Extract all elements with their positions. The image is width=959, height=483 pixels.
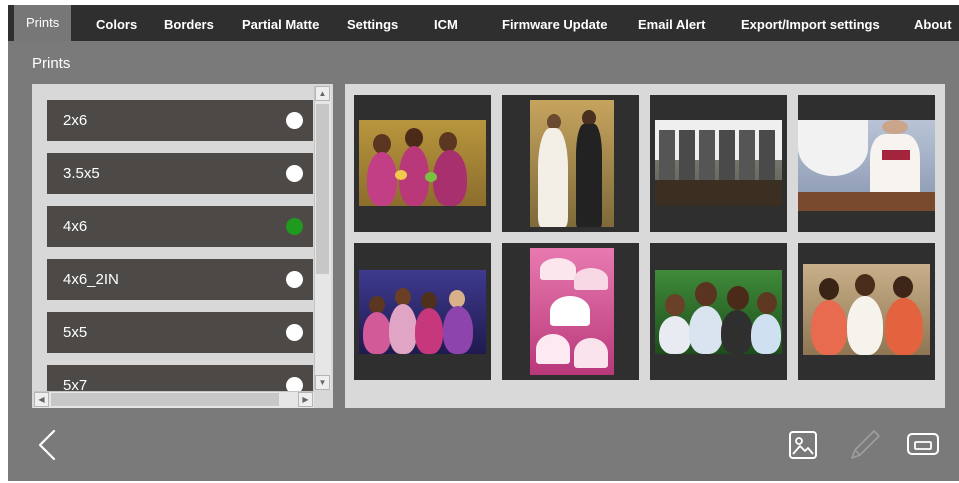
photo-bride-back xyxy=(798,120,935,211)
radio-button[interactable] xyxy=(286,165,303,182)
scroll-down-icon[interactable]: ▼ xyxy=(315,375,330,390)
photo-groomsmen xyxy=(655,120,782,206)
horizontal-scroll-thumb[interactable] xyxy=(51,393,279,406)
print-size-label: 2x6 xyxy=(63,112,88,129)
radio-button[interactable] xyxy=(286,112,303,129)
print-size-item[interactable]: 2x6 xyxy=(47,100,313,141)
template-thumbnail[interactable] xyxy=(354,243,491,380)
scroll-left-icon[interactable]: ◀ xyxy=(34,392,49,407)
template-grid xyxy=(345,84,945,408)
tab-about[interactable]: About xyxy=(914,5,952,41)
photo-bridesmaids-2 xyxy=(803,264,930,355)
tab-borders[interactable]: Borders xyxy=(164,5,214,41)
template-thumbnail[interactable] xyxy=(354,95,491,232)
image-icon[interactable] xyxy=(788,430,818,460)
tab-prints[interactable]: Prints xyxy=(14,5,72,41)
template-thumbnail[interactable] xyxy=(798,95,935,232)
photo-party-group xyxy=(359,270,486,354)
tab-bar: Prints Colors Borders Partial Matte Sett… xyxy=(8,5,959,41)
photo-cupcakes xyxy=(530,248,614,375)
radio-button[interactable] xyxy=(286,271,303,288)
tab-partial-matte[interactable]: Partial Matte xyxy=(242,5,319,41)
template-thumbnail[interactable] xyxy=(798,243,935,380)
print-size-label: 3.5x5 xyxy=(63,165,100,182)
photo-couple xyxy=(530,100,614,227)
tab-email-alert[interactable]: Email Alert xyxy=(638,5,705,41)
template-thumbnail[interactable] xyxy=(502,95,639,232)
photo-bridesmaids-1 xyxy=(359,120,486,206)
print-size-item[interactable]: 3.5x5 xyxy=(47,153,313,194)
print-size-list: 2x6 3.5x5 4x6 4x6_2IN 5x5 5x7 ▲ ▼ ◀ ▶ xyxy=(32,84,333,408)
tab-colors[interactable]: Colors xyxy=(96,5,137,41)
radio-button-selected[interactable] xyxy=(286,218,303,235)
print-size-item[interactable]: 5x5 xyxy=(47,312,313,353)
template-thumbnail[interactable] xyxy=(650,95,787,232)
radio-button[interactable] xyxy=(286,324,303,341)
print-size-item[interactable]: 4x6 xyxy=(47,206,313,247)
print-size-item[interactable]: 4x6_2IN xyxy=(47,259,313,300)
tab-firmware-update[interactable]: Firmware Update xyxy=(502,5,607,41)
photo-family xyxy=(655,270,782,354)
horizontal-scrollbar[interactable]: ◀ ▶ xyxy=(34,391,314,408)
vertical-scroll-thumb[interactable] xyxy=(316,104,329,274)
back-arrow-icon[interactable] xyxy=(36,429,60,461)
pencil-icon[interactable] xyxy=(848,428,882,462)
section-title: Prints xyxy=(32,55,71,72)
app-window: Prints Colors Borders Partial Matte Sett… xyxy=(8,5,959,481)
tab-icm[interactable]: ICM xyxy=(434,5,458,41)
template-thumbnail[interactable] xyxy=(502,243,639,380)
scroll-right-icon[interactable]: ▶ xyxy=(298,392,313,407)
print-size-label: 5x5 xyxy=(63,324,88,341)
vertical-scrollbar[interactable]: ▲ ▼ xyxy=(314,86,331,390)
template-thumbnail[interactable] xyxy=(650,243,787,380)
scroll-up-icon[interactable]: ▲ xyxy=(315,86,330,101)
printer-icon[interactable] xyxy=(906,430,940,460)
print-size-label: 4x6_2IN xyxy=(63,271,119,288)
tab-export-import-settings[interactable]: Export/Import settings xyxy=(741,5,880,41)
tab-settings[interactable]: Settings xyxy=(347,5,398,41)
print-size-label: 4x6 xyxy=(63,218,88,235)
